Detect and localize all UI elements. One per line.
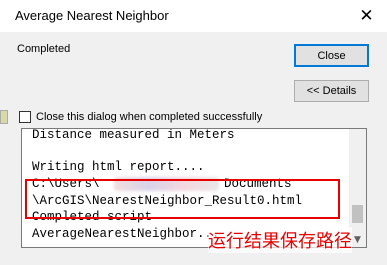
close-when-complete-label: Close this dialog when completed success… [36, 111, 263, 123]
annotation-text: 运行结果保存路径 [208, 227, 352, 253]
status-text: Completed [17, 43, 71, 55]
log-line: Distance measured in Meters [32, 128, 235, 142]
close-icon[interactable]: ✕ [346, 0, 387, 32]
highlight-box [25, 179, 340, 219]
average-nearest-neighbor-dialog: Average Nearest Neighbor ✕ Completed Clo… [0, 0, 387, 265]
scrollbar-thumb[interactable] [352, 205, 363, 223]
background-window-edge [0, 110, 8, 124]
close-when-complete-checkbox[interactable] [19, 111, 31, 123]
title-bar: Average Nearest Neighbor ✕ [0, 0, 387, 32]
window-title: Average Nearest Neighbor [15, 8, 169, 23]
details-button[interactable]: << Details [294, 80, 369, 102]
log-line: Writing html report.... [32, 160, 205, 174]
log-line: AverageNearestNeighbor... [32, 227, 220, 241]
close-button[interactable]: Close [294, 44, 369, 67]
